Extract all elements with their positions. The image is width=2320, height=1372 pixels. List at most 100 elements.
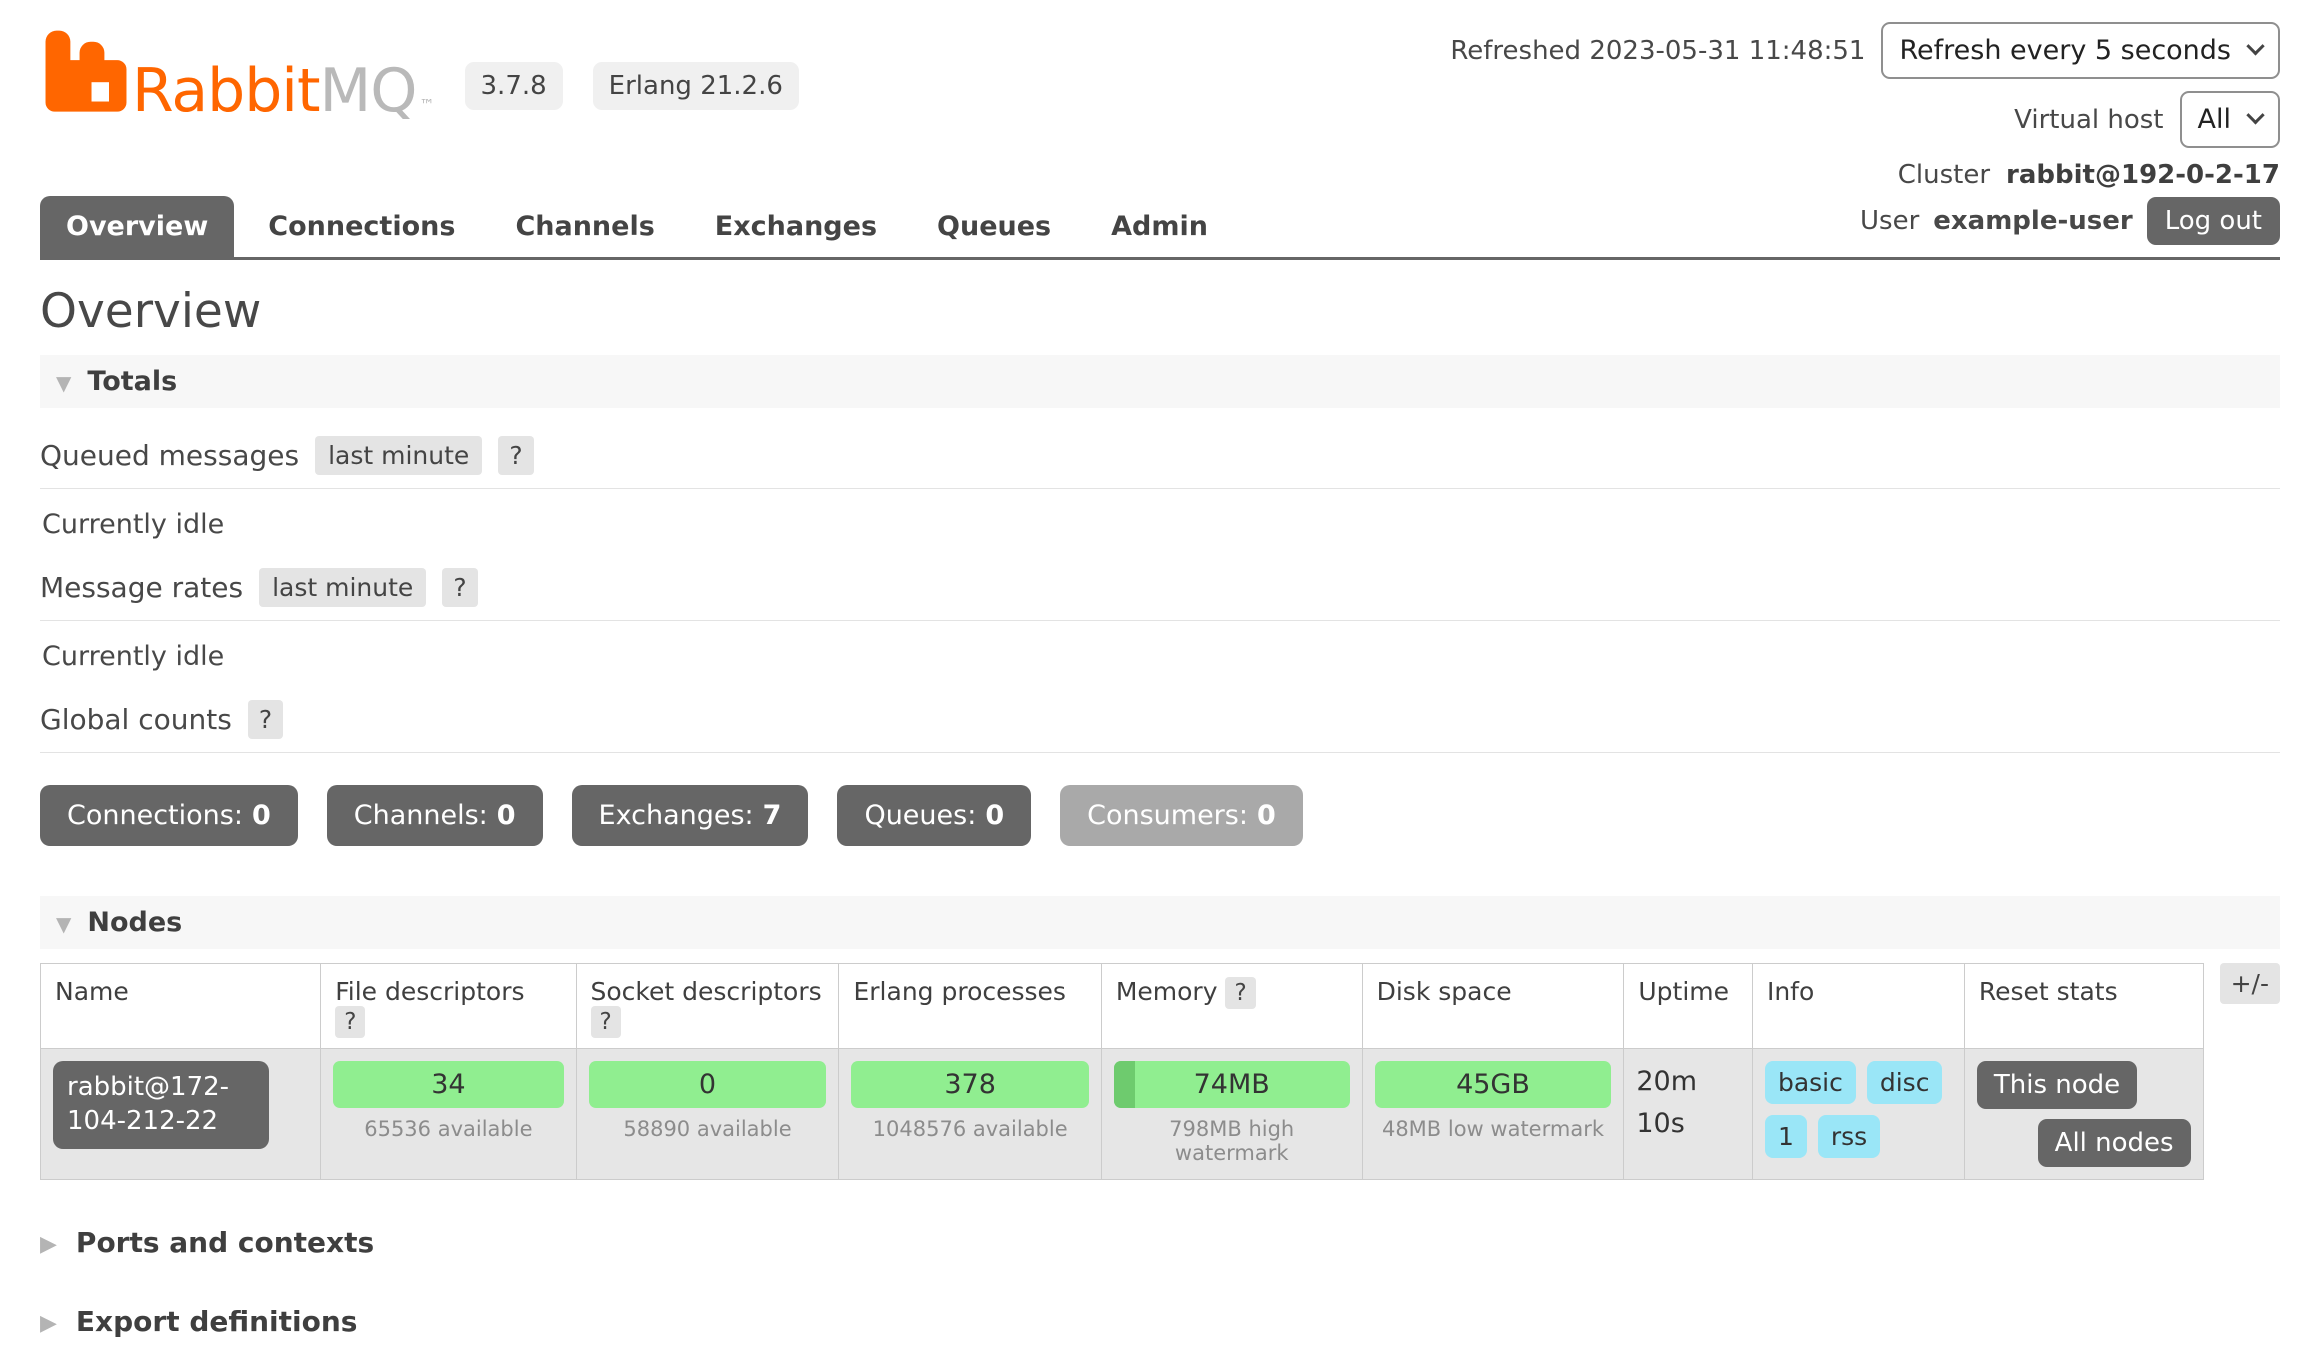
tab-exchanges[interactable]: Exchanges <box>689 196 903 257</box>
erlang-version-badge: Erlang 21.2.6 <box>593 62 799 110</box>
erlang-processes-detail: 1048576 available <box>851 1117 1088 1141</box>
col-reset-stats: Reset stats <box>1964 964 2203 1049</box>
col-name: Name <box>41 964 321 1049</box>
help-icon[interactable]: ? <box>442 568 477 607</box>
message-rates-heading: Message rates last minute ? <box>40 568 2280 621</box>
message-rates-status: Currently idle <box>42 641 2280 672</box>
memory-bar: 74MB <box>1114 1061 1350 1108</box>
node-name-badge: rabbit@172-104-212-22 <box>53 1061 269 1149</box>
collapse-triangle-icon <box>56 367 71 396</box>
global-count-buttons: Connections:0 Channels:0 Exchanges:7 Que… <box>40 785 2280 846</box>
section-totals[interactable]: Totals <box>40 355 2280 408</box>
tab-admin[interactable]: Admin <box>1085 196 1234 257</box>
node-name-cell: rabbit@172-104-212-22 <box>41 1049 321 1180</box>
disk-space-cell: 45GB 48MB low watermark <box>1362 1049 1624 1180</box>
file-descriptors-detail: 65536 available <box>333 1117 563 1141</box>
file-descriptors-cell: 34 65536 available <box>321 1049 576 1180</box>
socket-descriptors-cell: 0 58890 available <box>576 1049 839 1180</box>
uptime-cell: 20m 10s <box>1624 1049 1753 1180</box>
main-content: Overview Totals Queued messages last min… <box>40 284 2280 1372</box>
connections-count-button[interactable]: Connections:0 <box>40 785 298 846</box>
help-icon[interactable]: ? <box>591 1006 621 1038</box>
brand-text-rabbit: Rabbit <box>132 63 320 120</box>
info-badge-rss: rss <box>1818 1115 1880 1158</box>
top-right-status: Refreshed 2023-05-31 11:48:51 Refresh ev… <box>1450 18 2280 190</box>
info-badges: basic disc 1 rss <box>1765 1061 1952 1158</box>
socket-descriptors-detail: 58890 available <box>589 1117 827 1141</box>
refresh-interval-select[interactable]: Refresh every 5 seconds <box>1881 22 2280 79</box>
col-file-descriptors: File descriptors ? <box>321 964 576 1049</box>
col-socket-descriptors: Socket descriptors ? <box>576 964 839 1049</box>
reset-this-node-button[interactable]: This node <box>1977 1061 2137 1109</box>
logo-area: RabbitMQ™ 3.7.8 Erlang 21.2.6 <box>40 18 799 120</box>
help-icon[interactable]: ? <box>1225 977 1255 1009</box>
user-name: example-user <box>1933 206 2132 236</box>
user-area: User example-user Log out <box>1860 197 2280 257</box>
info-badge-basic: basic <box>1765 1061 1856 1104</box>
info-cell: basic disc 1 rss <box>1752 1049 1964 1180</box>
top-bar: RabbitMQ™ 3.7.8 Erlang 21.2.6 Refreshed … <box>40 18 2280 190</box>
tab-overview[interactable]: Overview <box>40 196 234 257</box>
rabbitmq-management-page: RabbitMQ™ 3.7.8 Erlang 21.2.6 Refreshed … <box>0 0 2320 1372</box>
section-nodes[interactable]: Nodes <box>40 896 2280 949</box>
trademark-symbol: ™ <box>420 96 435 114</box>
disk-space-bar: 45GB <box>1375 1061 1612 1108</box>
refresh-interval-value: Refresh every 5 seconds <box>1899 35 2231 66</box>
channels-count-button[interactable]: Channels:0 <box>327 785 543 846</box>
column-selector-button[interactable]: +/- <box>2220 963 2280 1004</box>
reset-stats-cell: This node All nodes <box>1964 1049 2203 1180</box>
logout-button[interactable]: Log out <box>2147 197 2280 245</box>
info-badge-disc: disc <box>1867 1061 1943 1104</box>
cluster-label: Cluster <box>1898 160 1990 190</box>
global-counts-label: Global counts <box>40 703 232 736</box>
help-icon[interactable]: ? <box>248 700 283 739</box>
section-export-definitions[interactable]: Export definitions <box>40 1305 2280 1338</box>
section-nodes-title: Nodes <box>87 907 182 938</box>
refreshed-timestamp: Refreshed 2023-05-31 11:48:51 <box>1450 36 1865 66</box>
virtual-host-select[interactable]: All <box>2180 91 2280 148</box>
memory-detail: 798MB high watermark <box>1114 1117 1350 1165</box>
tab-channels[interactable]: Channels <box>489 196 680 257</box>
nodes-header-row: Name File descriptors ? Socket descripto… <box>41 964 2204 1049</box>
cluster-name: rabbit@192-0-2-17 <box>2006 160 2280 190</box>
info-badge-1: 1 <box>1765 1115 1807 1158</box>
expand-triangle-icon <box>40 1228 57 1257</box>
collapse-triangle-icon <box>56 908 71 937</box>
tab-connections[interactable]: Connections <box>242 196 481 257</box>
socket-descriptors-bar: 0 <box>589 1061 827 1108</box>
help-icon[interactable]: ? <box>498 436 533 475</box>
exchanges-count-button[interactable]: Exchanges:7 <box>572 785 809 846</box>
expand-triangle-icon <box>40 1307 57 1336</box>
memory-used-segment <box>1114 1061 1135 1108</box>
version-badge: 3.7.8 <box>465 62 563 110</box>
nodes-table-wrap: Name File descriptors ? Socket descripto… <box>40 963 2280 1180</box>
col-memory: Memory ? <box>1101 964 1362 1049</box>
global-counts-heading: Global counts ? <box>40 700 2280 753</box>
erlang-processes-cell: 378 1048576 available <box>839 1049 1101 1180</box>
section-ports-and-contexts[interactable]: Ports and contexts <box>40 1226 2280 1259</box>
col-erlang-processes: Erlang processes <box>839 964 1101 1049</box>
memory-cell: 74MB 798MB high watermark <box>1101 1049 1362 1180</box>
help-icon[interactable]: ? <box>335 1006 365 1038</box>
queued-messages-label: Queued messages <box>40 439 299 472</box>
rabbitmq-logo[interactable]: RabbitMQ™ <box>40 26 435 120</box>
node-row: rabbit@172-104-212-22 34 65536 available… <box>41 1049 2204 1180</box>
nodes-table: Name File descriptors ? Socket descripto… <box>40 963 2204 1180</box>
section-totals-title: Totals <box>87 366 177 397</box>
queued-messages-status: Currently idle <box>42 509 2280 540</box>
uptime-value: 20m 10s <box>1636 1066 1697 1139</box>
virtual-host-label: Virtual host <box>2014 105 2163 135</box>
queued-messages-range-chip[interactable]: last minute <box>315 436 482 475</box>
brand-text-mq: MQ <box>320 63 417 120</box>
message-rates-label: Message rates <box>40 571 243 604</box>
col-uptime: Uptime <box>1624 964 1753 1049</box>
col-disk-space: Disk space <box>1362 964 1624 1049</box>
reset-all-nodes-button[interactable]: All nodes <box>2038 1119 2191 1167</box>
virtual-host-value: All <box>2198 104 2231 135</box>
message-rates-range-chip[interactable]: last minute <box>259 568 426 607</box>
disk-space-detail: 48MB low watermark <box>1375 1117 1612 1141</box>
col-info: Info <box>1752 964 1964 1049</box>
tab-queues[interactable]: Queues <box>911 196 1077 257</box>
queues-count-button[interactable]: Queues:0 <box>837 785 1031 846</box>
chevron-down-icon <box>2246 106 2264 124</box>
